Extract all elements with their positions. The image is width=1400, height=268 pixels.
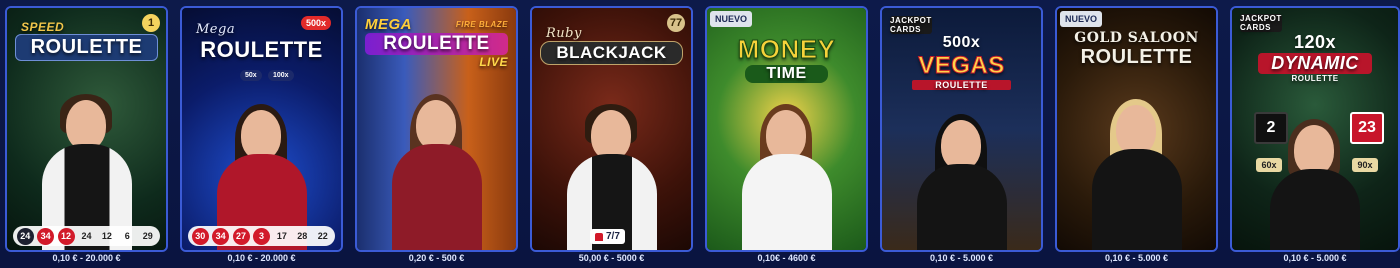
game-card-speed-roulette[interactable]: SPEED ROULETTE 1 24 34 12 24 12 6 29: [5, 6, 168, 252]
result-number: 12: [101, 231, 112, 241]
result-number: 34: [212, 227, 230, 245]
seat-icon: [595, 232, 603, 241]
result-number: 27: [232, 227, 250, 245]
new-badge: NUEVO: [710, 11, 753, 27]
bet-range: 0,10€ - 4600 €: [757, 253, 816, 263]
result-number: 12: [57, 227, 75, 245]
game-card-mega-fire-blaze-roulette[interactable]: MEGA FIRE BLAZE ROULETTE LIVE: [355, 6, 518, 252]
game-logo: GOLD SALOON ROULETTE: [1074, 30, 1199, 68]
result-number: 28: [297, 231, 308, 241]
result-number: 24: [81, 231, 92, 241]
game-card-mega-roulette[interactable]: Mega ROULETTE 500x 50x 100x 30 34 27 3 1…: [180, 6, 343, 252]
multiplier-badge: 1: [142, 14, 160, 32]
game-logo: SPEED ROULETTE: [15, 20, 158, 61]
recent-results: 30 34 27 3 17 28 22: [188, 226, 335, 246]
seats-available: 7/7: [590, 229, 625, 244]
game-logo: MONEY TIME: [737, 34, 836, 83]
bet-range: 0,10 € - 5.000 €: [929, 253, 994, 263]
result-number: 34: [37, 227, 55, 245]
game-logo: MEGA FIRE BLAZE ROULETTE LIVE: [365, 16, 508, 69]
game-logo: JACKPOT CARDS 120x DYNAMIC ROULETTE: [1240, 14, 1390, 83]
result-number: 6: [124, 231, 130, 241]
seats-count: 7/7: [606, 231, 620, 242]
bet-range: 50,00 € - 5000 €: [578, 253, 645, 263]
dealer-image: [1082, 99, 1192, 250]
result-number: 17: [276, 231, 287, 241]
bet-range: 0,10 € - 20.000 €: [52, 253, 121, 263]
bet-range: 0,10 € - 20.000 €: [227, 253, 296, 263]
game-card-gold-saloon-roulette[interactable]: NUEVO GOLD SALOON ROULETTE: [1055, 6, 1218, 252]
result-number: 24: [16, 227, 34, 245]
result-number: 30: [191, 227, 209, 245]
dealer-image: [382, 94, 492, 250]
bet-range: 0,10 € - 5.000 €: [1283, 253, 1347, 263]
dealer-image: [732, 104, 842, 250]
game-logo: JACKPOT CARDS 500x VEGAS ROULETTE: [890, 16, 1033, 90]
game-carousel: SPEED ROULETTE 1 24 34 12 24 12 6 29 0,1…: [5, 6, 1400, 268]
new-badge: NUEVO: [1060, 11, 1103, 27]
game-card-ruby-blackjack[interactable]: Ruby BLACKJACK 77 7/7: [530, 6, 693, 252]
game-card-money-time[interactable]: NUEVO MONEY TIME: [705, 6, 868, 252]
dealer-image: [907, 114, 1017, 250]
multiplier-pill: 50x: [240, 70, 262, 81]
multiplier-pill: 500x: [300, 16, 331, 30]
game-logo: Ruby BLACKJACK: [540, 26, 683, 65]
dealer-image: [1260, 119, 1370, 250]
game-card-500x-vegas-roulette[interactable]: JACKPOT CARDS 500x VEGAS ROULETTE: [880, 6, 1043, 252]
multiplier-badge: 77: [667, 14, 685, 32]
game-card-120x-dynamic-roulette[interactable]: JACKPOT CARDS 120x DYNAMIC ROULETTE 2 23…: [1230, 6, 1400, 252]
recent-results: 24 34 12 24 12 6 29: [13, 226, 160, 246]
result-number: 3: [252, 227, 270, 245]
multiplier-pill: 100x: [268, 70, 294, 81]
bet-range: 0,20 € - 500 €: [408, 253, 465, 263]
result-number: 22: [317, 231, 328, 241]
bet-range: 0,10 € - 5.000 €: [1104, 253, 1169, 263]
result-number: 29: [142, 231, 153, 241]
